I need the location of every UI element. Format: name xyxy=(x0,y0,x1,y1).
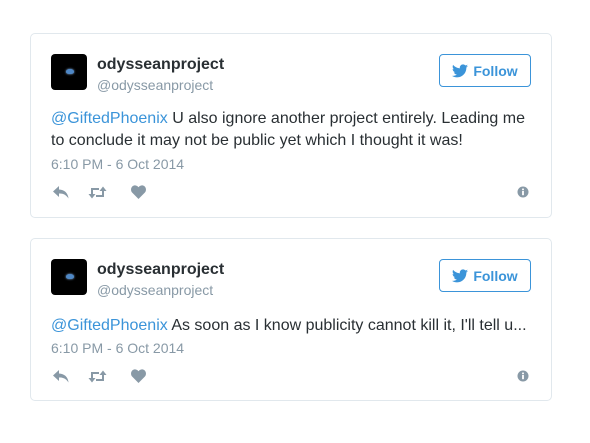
reply-button[interactable] xyxy=(53,184,69,200)
retweet-icon xyxy=(88,370,107,382)
reply-button[interactable] xyxy=(53,368,69,384)
info-button[interactable] xyxy=(517,184,529,200)
like-button[interactable] xyxy=(131,368,146,384)
mention-link[interactable]: @GiftedPhoenix xyxy=(51,317,168,334)
twitter-bird-icon xyxy=(452,268,469,282)
retweet-button[interactable] xyxy=(88,368,107,384)
avatar[interactable] xyxy=(51,54,87,90)
tweet-actions xyxy=(51,184,533,200)
like-button[interactable] xyxy=(131,184,146,200)
avatar[interactable] xyxy=(51,259,87,295)
screen-name[interactable]: @odysseanproject xyxy=(97,282,213,298)
info-button[interactable] xyxy=(517,368,529,384)
follow-button[interactable]: Follow xyxy=(439,259,531,292)
heart-icon xyxy=(131,185,146,199)
display-name[interactable]: odysseanproject xyxy=(97,261,224,279)
tweet-text: @GiftedPhoenix As soon as I know publici… xyxy=(51,315,529,337)
follow-label: Follow xyxy=(473,267,518,284)
screen-name[interactable]: @odysseanproject xyxy=(97,77,213,93)
timestamp-link[interactable]: 6:10 PM - 6 Oct 2014 xyxy=(51,340,184,356)
heart-icon xyxy=(131,369,146,383)
tweet-body: As soon as I know publicity cannot kill … xyxy=(167,317,527,334)
retweet-button[interactable] xyxy=(88,184,107,200)
earth-image xyxy=(66,69,74,74)
display-name[interactable]: odysseanproject xyxy=(97,56,224,74)
mention-link[interactable]: @GiftedPhoenix xyxy=(51,110,168,127)
twitter-bird-icon xyxy=(452,63,469,77)
tweet-text: @GiftedPhoenix U also ignore another pro… xyxy=(51,108,541,152)
reply-icon xyxy=(53,185,69,198)
follow-button[interactable]: Follow xyxy=(439,54,531,87)
tweet-card: odysseanproject @odysseanproject Follow … xyxy=(30,33,552,218)
info-icon xyxy=(517,370,529,382)
earth-image xyxy=(66,274,74,279)
reply-icon xyxy=(53,369,69,382)
tweet-actions xyxy=(51,368,533,384)
info-icon xyxy=(517,186,529,198)
tweet-card: odysseanproject @odysseanproject Follow … xyxy=(30,238,552,401)
follow-label: Follow xyxy=(473,62,518,79)
timestamp-link[interactable]: 6:10 PM - 6 Oct 2014 xyxy=(51,156,184,172)
retweet-icon xyxy=(88,186,107,198)
